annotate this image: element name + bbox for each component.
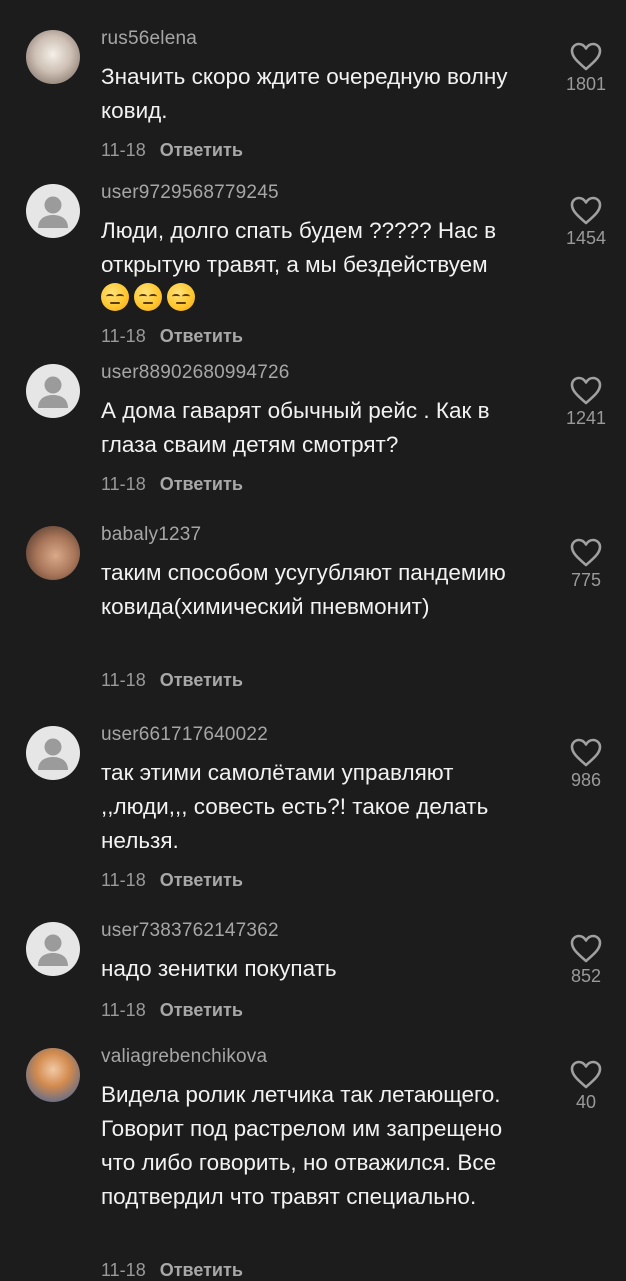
comment-meta: 11-18 Ответить [101,670,243,691]
like-count: 852 [570,966,602,986]
reply-button[interactable]: Ответить [160,1260,243,1280]
comment-date: 11-18 [101,1000,146,1020]
comment-date: 11-18 [101,670,146,690]
comment-date: 11-18 [101,140,146,160]
comment-meta: 11-18 Ответить [101,140,243,161]
comment-meta: 11-18 Ответить [101,1000,243,1021]
avatar[interactable] [26,922,80,976]
heart-icon [570,376,602,405]
comment-text: Люди, долго спать будем ????? Нас в откр… [101,214,541,316]
comment-meta: 11-18 Ответить [101,1260,243,1281]
comment-username[interactable]: user661717640022 [101,724,268,746]
comment-text: Значить скоро ждите очередную волну кови… [101,64,508,123]
like-button[interactable]: 40 [560,1060,612,1113]
avatar[interactable] [26,184,80,238]
heart-icon [570,538,602,567]
comment-meta: 11-18 Ответить [101,870,243,891]
like-count: 1801 [565,74,607,94]
pensive-face-emoji [167,283,195,311]
comment-text: Видела ролик летчика так летающего. Гово… [101,1082,503,1209]
default-avatar-icon [38,738,68,770]
avatar[interactable] [26,30,80,84]
default-avatar-icon [38,196,68,228]
comment-text: А дома гаварят обычный рейс . Как в глаз… [101,398,490,457]
avatar[interactable] [26,726,80,780]
default-avatar-icon [38,376,68,408]
heart-icon [570,934,602,963]
like-button[interactable]: 1454 [560,196,612,249]
like-count: 775 [570,570,602,590]
comment-date: 11-18 [101,1260,146,1280]
comment-username[interactable]: rus56elena [101,28,197,50]
avatar[interactable] [26,364,80,418]
comment-username[interactable]: user7383762147362 [101,920,279,942]
reply-button[interactable]: Ответить [160,870,243,890]
comment-date: 11-18 [101,326,146,346]
like-button[interactable]: 852 [560,934,612,987]
comment-date: 11-18 [101,870,146,890]
comment-meta: 11-18 Ответить [101,474,243,495]
reply-button[interactable]: Ответить [160,140,243,160]
like-button[interactable]: 986 [560,738,612,791]
comment-text-body: Люди, долго спать будем ????? Нас в откр… [101,218,497,277]
default-avatar-icon [38,934,68,966]
reply-button[interactable]: Ответить [160,670,243,690]
like-count: 986 [570,770,602,790]
like-count: 1454 [565,228,607,248]
heart-icon [570,196,602,225]
comment-username[interactable]: user88902680994726 [101,362,290,384]
heart-icon [570,738,602,767]
comment-username[interactable]: user9729568779245 [101,182,279,204]
comment-username[interactable]: valiagrebenchikova [101,1046,267,1068]
heart-icon [570,1060,602,1089]
like-button[interactable]: 1241 [560,376,612,429]
reply-button[interactable]: Ответить [160,474,243,494]
comment-date: 11-18 [101,474,146,494]
avatar[interactable] [26,1048,80,1102]
heart-icon [570,42,602,71]
comment-text: таким способом усугубляют пандемию ковид… [101,560,506,619]
comment-text: так этими самолётами управляют ,,люди,,,… [101,760,489,853]
reply-button[interactable]: Ответить [160,1000,243,1020]
avatar[interactable] [26,526,80,580]
like-count: 40 [575,1092,597,1112]
like-button[interactable]: 775 [560,538,612,591]
like-count: 1241 [565,408,607,428]
reply-button[interactable]: Ответить [160,326,243,346]
comment-username[interactable]: babaly1237 [101,524,201,546]
pensive-face-emoji [101,283,129,311]
like-button[interactable]: 1801 [560,42,612,95]
comment-meta: 11-18 Ответить [101,326,243,347]
comment-text: надо зенитки покупать [101,956,337,981]
pensive-face-emoji [134,283,162,311]
